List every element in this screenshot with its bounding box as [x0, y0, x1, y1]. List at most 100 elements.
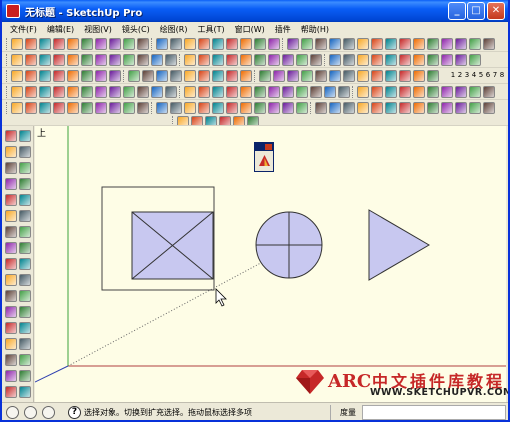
left-tool-icon[interactable]: [19, 290, 31, 302]
number-button-5[interactable]: 5: [478, 71, 484, 79]
left-tool-icon[interactable]: [5, 370, 17, 382]
toolbar-tool-icon[interactable]: [455, 102, 467, 114]
toolbar-tool-icon[interactable]: [315, 102, 327, 114]
toolbar-tool-icon[interactable]: [109, 54, 121, 66]
left-tool-icon[interactable]: [19, 226, 31, 238]
toolbar-tool-icon[interactable]: [296, 54, 308, 66]
floating-toolbar[interactable]: [254, 142, 274, 172]
left-tool-icon[interactable]: [5, 162, 17, 174]
menu-plugins[interactable]: 插件: [270, 24, 296, 35]
toolbar-tool-icon[interactable]: [329, 70, 341, 82]
toolbar-tool-icon[interactable]: [95, 102, 107, 114]
toolbar-grip[interactable]: [282, 38, 284, 50]
left-tool-icon[interactable]: [5, 258, 17, 270]
toolbar-tool-icon[interactable]: [53, 86, 65, 98]
toolbar-tool-icon[interactable]: [11, 54, 23, 66]
toolbar-tool-icon[interactable]: [156, 70, 168, 82]
left-tool-icon[interactable]: [19, 242, 31, 254]
toolbar-tool-icon[interactable]: [137, 86, 149, 98]
left-tool-icon[interactable]: [5, 226, 17, 238]
toolbar-tool-icon[interactable]: [254, 102, 266, 114]
left-tool-icon[interactable]: [19, 274, 31, 286]
number-button-4[interactable]: 4: [471, 71, 477, 79]
toolbar-tool-icon[interactable]: [95, 38, 107, 50]
toolbar-grip[interactable]: [324, 54, 326, 66]
toolbar-tool-icon[interactable]: [198, 54, 210, 66]
close-button[interactable]: ✕: [487, 2, 505, 20]
left-tool-icon[interactable]: [5, 338, 17, 350]
toolbar-tool-icon[interactable]: [385, 38, 397, 50]
toolbar-tool-icon[interactable]: [399, 86, 411, 98]
toolbar-tool-icon[interactable]: [301, 70, 313, 82]
toolbar-tool-icon[interactable]: [357, 102, 369, 114]
toolbar-tool-icon[interactable]: [240, 102, 252, 114]
toolbar-tool-icon[interactable]: [123, 86, 135, 98]
toolbar-tool-icon[interactable]: [170, 70, 182, 82]
toolbar-tool-icon[interactable]: [399, 70, 411, 82]
toolbar-tool-icon[interactable]: [39, 70, 51, 82]
toolbar-tool-icon[interactable]: [81, 38, 93, 50]
toolbar-tool-icon[interactable]: [282, 54, 294, 66]
toolbar-grip[interactable]: [352, 86, 354, 98]
toolbar-tool-icon[interactable]: [455, 86, 467, 98]
minimize-button[interactable]: _: [448, 2, 466, 20]
toolbar-tool-icon[interactable]: [212, 54, 224, 66]
toolbar-grip[interactable]: [151, 38, 153, 50]
menu-camera[interactable]: 镜头(C): [117, 24, 155, 35]
toolbar-tool-icon[interactable]: [67, 70, 79, 82]
toolbar-grip[interactable]: [179, 54, 181, 66]
toolbar-tool-icon[interactable]: [385, 54, 397, 66]
toolbar-tool-icon[interactable]: [273, 70, 285, 82]
toolbar-tool-icon[interactable]: [67, 38, 79, 50]
toolbar-tool-icon[interactable]: [254, 38, 266, 50]
toolbar-tool-icon[interactable]: [184, 86, 196, 98]
toolbar-tool-icon[interactable]: [399, 102, 411, 114]
toolbar-tool-icon[interactable]: [109, 70, 121, 82]
toolbar-tool-icon[interactable]: [427, 54, 439, 66]
menu-tools[interactable]: 工具(T): [193, 24, 230, 35]
toolbar-tool-icon[interactable]: [324, 86, 336, 98]
toolbar-tool-icon[interactable]: [137, 54, 149, 66]
toolbar-tool-icon[interactable]: [268, 102, 280, 114]
toolbar-grip[interactable]: [6, 86, 8, 98]
measurements-input[interactable]: [362, 405, 506, 420]
toolbar-tool-icon[interactable]: [296, 86, 308, 98]
toolbar-tool-icon[interactable]: [240, 38, 252, 50]
left-tool-icon[interactable]: [5, 274, 17, 286]
toolbar-tool-icon[interactable]: [268, 86, 280, 98]
toolbar-tool-icon[interactable]: [198, 86, 210, 98]
toolbar-grip[interactable]: [6, 102, 8, 114]
toolbar-tool-icon[interactable]: [184, 54, 196, 66]
toolbar-tool-icon[interactable]: [371, 54, 383, 66]
toolbar-tool-icon[interactable]: [198, 102, 210, 114]
toolbar-tool-icon[interactable]: [53, 70, 65, 82]
toolbar-tool-icon[interactable]: [205, 116, 217, 125]
toolbar-grip[interactable]: [310, 102, 312, 114]
toolbar-tool-icon[interactable]: [385, 70, 397, 82]
toolbar-tool-icon[interactable]: [123, 102, 135, 114]
left-tool-icon[interactable]: [19, 258, 31, 270]
toolbar-tool-icon[interactable]: [198, 38, 210, 50]
toolbar-tool-icon[interactable]: [413, 54, 425, 66]
toolbar-tool-icon[interactable]: [226, 38, 238, 50]
toolbar-tool-icon[interactable]: [151, 86, 163, 98]
number-button-1[interactable]: 1: [450, 71, 456, 79]
number-button-2[interactable]: 2: [457, 71, 463, 79]
toolbar-tool-icon[interactable]: [67, 102, 79, 114]
sketchup-app-icon[interactable]: [6, 4, 20, 18]
menu-edit[interactable]: 编辑(E): [42, 24, 79, 35]
toolbar-tool-icon[interactable]: [329, 54, 341, 66]
toolbar-tool-icon[interactable]: [455, 38, 467, 50]
toolbar-tool-icon[interactable]: [67, 86, 79, 98]
toolbar-tool-icon[interactable]: [282, 86, 294, 98]
toolbar-tool-icon[interactable]: [25, 102, 37, 114]
toolbar-tool-icon[interactable]: [184, 102, 196, 114]
toolbar-tool-icon[interactable]: [483, 86, 495, 98]
toolbar-tool-icon[interactable]: [371, 86, 383, 98]
toolbar-tool-icon[interactable]: [357, 54, 369, 66]
toolbar-tool-icon[interactable]: [81, 70, 93, 82]
left-tool-icon[interactable]: [19, 338, 31, 350]
toolbar-tool-icon[interactable]: [165, 54, 177, 66]
toolbar-tool-icon[interactable]: [357, 38, 369, 50]
toolbar-tool-icon[interactable]: [282, 102, 294, 114]
